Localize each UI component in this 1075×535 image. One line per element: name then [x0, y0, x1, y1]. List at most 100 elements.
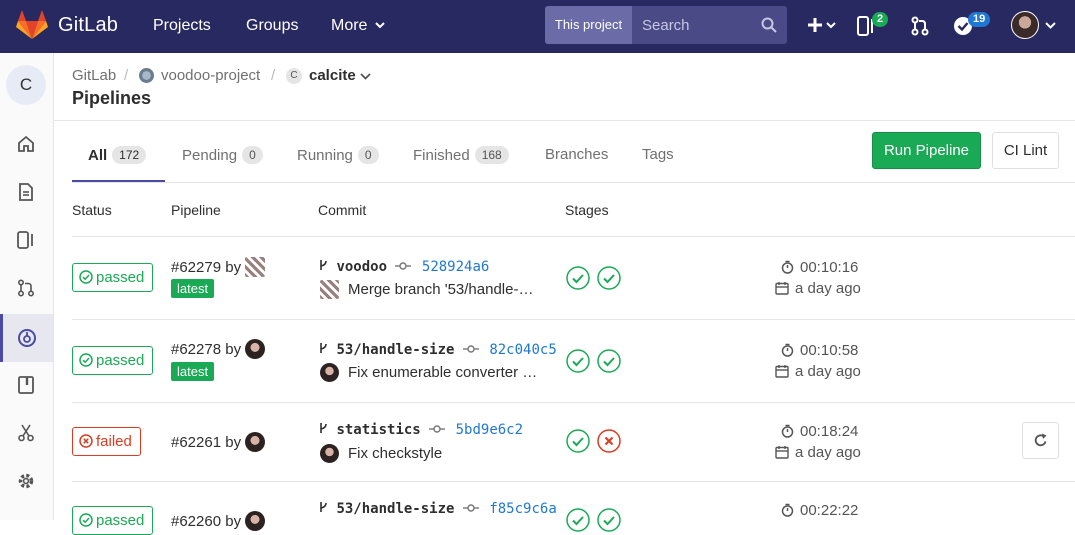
- finished-value: a day ago: [795, 280, 861, 297]
- commit-author-avatar[interactable]: [320, 280, 339, 299]
- author-avatar[interactable]: [245, 432, 266, 452]
- tab-tags[interactable]: Tags: [642, 146, 674, 163]
- tab-all[interactable]: All 172: [88, 146, 147, 164]
- stage-passed-icon[interactable]: [566, 349, 590, 373]
- divider: [54, 120, 1075, 121]
- pipeline-link[interactable]: #62278: [171, 341, 221, 358]
- stage-passed-icon[interactable]: [597, 266, 621, 290]
- tab-branches[interactable]: Branches: [545, 146, 608, 163]
- tab-finished[interactable]: Finished 168: [413, 146, 509, 164]
- commit-message: Merge branch '53/handle-…: [318, 280, 533, 299]
- finished-value: a day ago: [795, 363, 861, 380]
- status-badge[interactable]: passed: [72, 346, 154, 375]
- pipeline-link[interactable]: #62261: [171, 434, 221, 451]
- status-passed-icon: [79, 353, 93, 367]
- author-avatar[interactable]: [245, 511, 266, 531]
- column-header-status: Status: [72, 202, 112, 218]
- column-header-commit: Commit: [318, 202, 367, 218]
- branch-icon: [320, 343, 327, 353]
- search-box[interactable]: This project: [545, 6, 787, 44]
- by-label: by: [225, 341, 242, 358]
- tab-count: 0: [242, 146, 263, 164]
- stage-passed-icon[interactable]: [597, 349, 621, 373]
- retry-icon: [1034, 433, 1047, 447]
- group-avatar: [139, 68, 154, 83]
- commit-sha[interactable]: 82c040c5: [489, 342, 556, 358]
- tab-label: Running: [297, 147, 353, 164]
- run-pipeline-button[interactable]: Run Pipeline: [872, 132, 981, 169]
- brand-name[interactable]: GitLab: [58, 14, 118, 37]
- plus-icon[interactable]: [806, 16, 836, 34]
- branch-name[interactable]: 53/handle-size: [336, 342, 454, 358]
- sidebar-item-snippets[interactable]: [0, 410, 53, 458]
- duration-value: 00:18:24: [800, 423, 859, 440]
- sidebar-item-repository[interactable]: [0, 169, 53, 217]
- status-badge[interactable]: passed: [72, 506, 154, 535]
- home-icon: [18, 135, 34, 152]
- stage-failed-icon[interactable]: [597, 429, 621, 453]
- branch-icon: [320, 423, 327, 433]
- nav-groups[interactable]: Groups: [246, 17, 298, 35]
- chevron-down-icon[interactable]: [360, 72, 371, 80]
- tab-running[interactable]: Running 0: [297, 146, 379, 164]
- sidebar-item-settings[interactable]: [0, 458, 53, 506]
- breadcrumb-group[interactable]: voodoo-project: [161, 67, 260, 84]
- finished-at: a day ago: [775, 280, 861, 297]
- status-badge[interactable]: failed: [72, 427, 141, 456]
- tab-label: Tags: [642, 146, 674, 163]
- wiki-icon: [18, 376, 34, 394]
- commit-title[interactable]: Fix enumerable converter …: [348, 364, 537, 381]
- author-avatar[interactable]: [245, 339, 266, 359]
- sidebar-item-wiki[interactable]: [0, 362, 53, 410]
- commit-message: Fix enumerable converter …: [318, 363, 537, 382]
- stage-passed-icon[interactable]: [566, 266, 590, 290]
- tab-pending[interactable]: Pending 0: [182, 146, 263, 164]
- search-icon[interactable]: [761, 17, 777, 33]
- project-sidebar: C: [0, 53, 54, 520]
- project-initial-avatar: C: [286, 68, 302, 84]
- tab-count: 168: [474, 146, 509, 164]
- commit-icon: [429, 425, 446, 433]
- divider: [72, 182, 1075, 183]
- commit-sha[interactable]: 528924a6: [422, 259, 489, 275]
- ci-lint-button[interactable]: CI Lint: [992, 132, 1059, 169]
- calendar-icon: [775, 446, 789, 459]
- commit-author-avatar[interactable]: [320, 363, 339, 382]
- sidebar-item-ci-cd[interactable]: [0, 314, 53, 362]
- stage-passed-icon[interactable]: [566, 429, 590, 453]
- branch-name[interactable]: statistics: [336, 422, 420, 438]
- commit-sha[interactable]: 5bd9e6c2: [456, 422, 523, 438]
- chevron-down-icon[interactable]: [1045, 21, 1056, 29]
- gitlab-logo-icon[interactable]: [16, 10, 48, 40]
- commit-title[interactable]: Fix checkstyle: [348, 445, 442, 462]
- nav-more[interactable]: More: [331, 17, 385, 35]
- sidebar-item-merge-requests[interactable]: [0, 265, 53, 313]
- commit-sha[interactable]: f85c9c6a: [489, 501, 556, 517]
- commit-author-avatar[interactable]: [320, 444, 339, 463]
- sidebar-item-issues[interactable]: [0, 217, 53, 265]
- breadcrumb-project[interactable]: calcite: [309, 67, 356, 84]
- search-scope-label[interactable]: This project: [545, 6, 632, 44]
- ci-cd-icon: [18, 329, 36, 347]
- branch-name[interactable]: voodoo: [336, 259, 387, 275]
- merge-request-icon[interactable]: [911, 16, 929, 36]
- project-avatar[interactable]: C: [6, 65, 46, 105]
- by-label: by: [225, 259, 242, 276]
- retry-button[interactable]: [1022, 422, 1059, 459]
- pipeline-link[interactable]: #62279: [171, 259, 221, 276]
- sidebar-item-home[interactable]: [0, 121, 53, 169]
- status-badge[interactable]: passed: [72, 263, 154, 292]
- pipeline-link[interactable]: #62260: [171, 513, 221, 530]
- stage-passed-icon[interactable]: [597, 508, 621, 532]
- timer-icon: [781, 503, 794, 517]
- commit-title[interactable]: Merge branch '53/handle-…: [348, 281, 533, 298]
- duration-value: 00:10:16: [800, 259, 859, 276]
- nav-projects[interactable]: Projects: [153, 17, 211, 35]
- branch-name[interactable]: 53/handle-size: [336, 501, 454, 517]
- user-avatar[interactable]: [1011, 11, 1039, 39]
- commit-icon: [462, 504, 479, 512]
- author-avatar[interactable]: [245, 257, 266, 277]
- breadcrumb-root[interactable]: GitLab: [72, 67, 116, 84]
- stage-passed-icon[interactable]: [566, 508, 590, 532]
- by-label: by: [225, 434, 242, 451]
